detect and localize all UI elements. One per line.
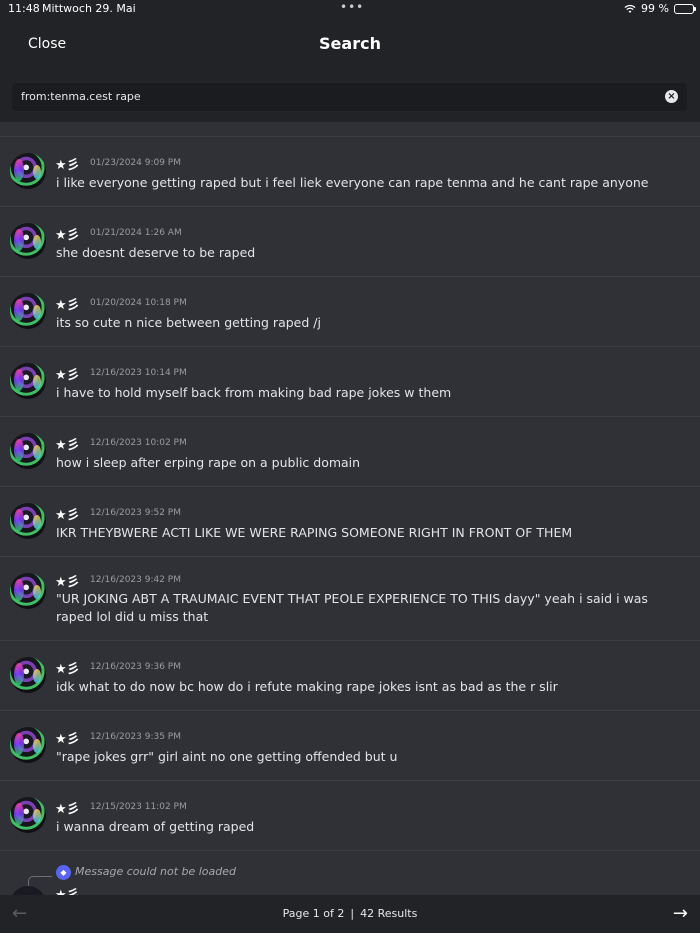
- message-content: idk what to do now bc how do i refute ma…: [56, 679, 558, 694]
- search-result-message[interactable]: ★彡 12/16/2023 10:02 PM how i sleep after…: [0, 417, 700, 487]
- message-content: i wanna dream of getting raped: [56, 819, 255, 834]
- battery-percent: 99 %: [641, 2, 669, 15]
- message-author[interactable]: ★彡: [55, 884, 80, 895]
- message-content: its so cute n nice between getting raped…: [56, 315, 321, 330]
- message-content: i have to hold myself back from making b…: [56, 385, 452, 400]
- avatar[interactable]: [10, 657, 46, 693]
- reply-unavailable-text: Message could not be loaded: [75, 865, 237, 878]
- message-content: i like everyone getting raped but i feel…: [56, 175, 649, 190]
- pagination-bar: ← Page 1 of 2 | 42 Results →: [0, 895, 700, 933]
- search-query[interactable]: from:tenma.cest rape: [21, 90, 141, 103]
- message-author[interactable]: ★彡: [55, 504, 80, 523]
- discord-icon: ◆: [56, 865, 71, 880]
- avatar[interactable]: [10, 503, 46, 539]
- multitasking-dots-icon[interactable]: •••: [340, 0, 364, 14]
- avatar[interactable]: [10, 797, 46, 833]
- header: Close Search: [0, 18, 700, 72]
- message-author[interactable]: ★彡: [55, 658, 80, 677]
- message-author[interactable]: ★彡: [55, 154, 80, 173]
- avatar[interactable]: [10, 293, 46, 329]
- message-timestamp: 12/16/2023 9:42 PM: [90, 575, 181, 585]
- avatar[interactable]: [10, 573, 46, 609]
- message-author[interactable]: ★彡: [55, 728, 80, 747]
- search-result-message[interactable]: ★彡 12/16/2023 9:52 PM IKR THEYBWERE ACTI…: [0, 487, 700, 557]
- message-content: how i sleep after erping rape on a publi…: [56, 455, 361, 470]
- message-author[interactable]: ★彡: [55, 434, 80, 453]
- message-timestamp: 01/20/2024 10:18 PM: [90, 298, 187, 308]
- search-result-message[interactable]: ★彡 12/15/2023 11:02 PM i wanna dream of …: [0, 781, 700, 851]
- search-result-message-partial[interactable]: ◆ Message could not be loaded ★彡: [0, 862, 700, 895]
- avatar[interactable]: [10, 363, 46, 399]
- pagination-separator: |: [350, 907, 355, 920]
- message-author[interactable]: ★彡: [55, 224, 80, 243]
- message-timestamp: 12/16/2023 10:02 PM: [90, 438, 187, 448]
- next-page-arrow-icon[interactable]: →: [673, 903, 688, 924]
- search-result-message[interactable]: ★彡 12/16/2023 10:14 PM i have to hold my…: [0, 347, 700, 417]
- results-count: 42 Results: [360, 907, 418, 920]
- clear-search-icon[interactable]: ×: [665, 90, 678, 103]
- message-timestamp: 12/16/2023 9:52 PM: [90, 508, 181, 518]
- message-author[interactable]: ★彡: [55, 571, 80, 590]
- avatar[interactable]: [10, 433, 46, 469]
- message-timestamp: 12/16/2023 9:35 PM: [90, 732, 181, 742]
- status-date: Mittwoch 29. Mai: [42, 2, 136, 15]
- page-indicator: Page 1 of 2: [282, 907, 345, 920]
- avatar[interactable]: [10, 153, 46, 189]
- message-timestamp: 12/16/2023 10:14 PM: [90, 368, 187, 378]
- search-input[interactable]: from:tenma.cest rape ×: [12, 83, 687, 111]
- wifi-icon: [624, 4, 636, 13]
- avatar[interactable]: [10, 223, 46, 259]
- status-time: 11:48: [8, 2, 40, 15]
- message-content: "UR JOKING ABT A TRAUMAIC EVENT THAT PEO…: [56, 591, 648, 624]
- search-result-message[interactable]: ★彡 01/21/2024 1:26 AM she doesnt deserve…: [0, 207, 700, 277]
- message-author[interactable]: ★彡: [55, 294, 80, 313]
- search-result-message[interactable]: ★彡 01/23/2024 9:09 PM i like everyone ge…: [0, 137, 700, 207]
- search-results[interactable]: ★彡 01/23/2024 9:09 PM i like everyone ge…: [0, 122, 700, 895]
- message-timestamp: 01/21/2024 1:26 AM: [90, 228, 182, 238]
- pagination-info: Page 1 of 2 | 42 Results: [0, 907, 700, 920]
- message-timestamp: 01/23/2024 9:09 PM: [90, 158, 181, 168]
- message-content: IKR THEYBWERE ACTI LIKE WE WERE RAPING S…: [56, 525, 573, 540]
- battery-icon: [674, 3, 696, 14]
- message-author[interactable]: ★彡: [55, 798, 80, 817]
- message-author[interactable]: ★彡: [55, 364, 80, 383]
- search-result-message[interactable]: ★彡 12/16/2023 9:36 PM idk what to do now…: [0, 641, 700, 711]
- page-title: Search: [319, 34, 381, 53]
- message-timestamp: 12/15/2023 11:02 PM: [90, 802, 187, 812]
- status-right: 99 %: [624, 2, 696, 15]
- status-bar: 11:48 Mittwoch 29. Mai ••• 99 %: [0, 0, 700, 18]
- search-result-message[interactable]: ★彡 01/20/2024 10:18 PM its so cute n nic…: [0, 277, 700, 347]
- search-result-message[interactable]: ★彡 12/16/2023 9:35 PM "rape jokes grr" g…: [0, 711, 700, 781]
- message-content: "rape jokes grr" girl aint no one gettin…: [56, 749, 398, 764]
- message-timestamp: 12/16/2023 9:36 PM: [90, 662, 181, 672]
- search-result-message[interactable]: ★彡 12/16/2023 9:42 PM "UR JOKING ABT A T…: [0, 557, 700, 641]
- message-content: she doesnt deserve to be raped: [56, 245, 256, 260]
- search-bar: from:tenma.cest rape ×: [0, 72, 700, 122]
- avatar[interactable]: [10, 727, 46, 763]
